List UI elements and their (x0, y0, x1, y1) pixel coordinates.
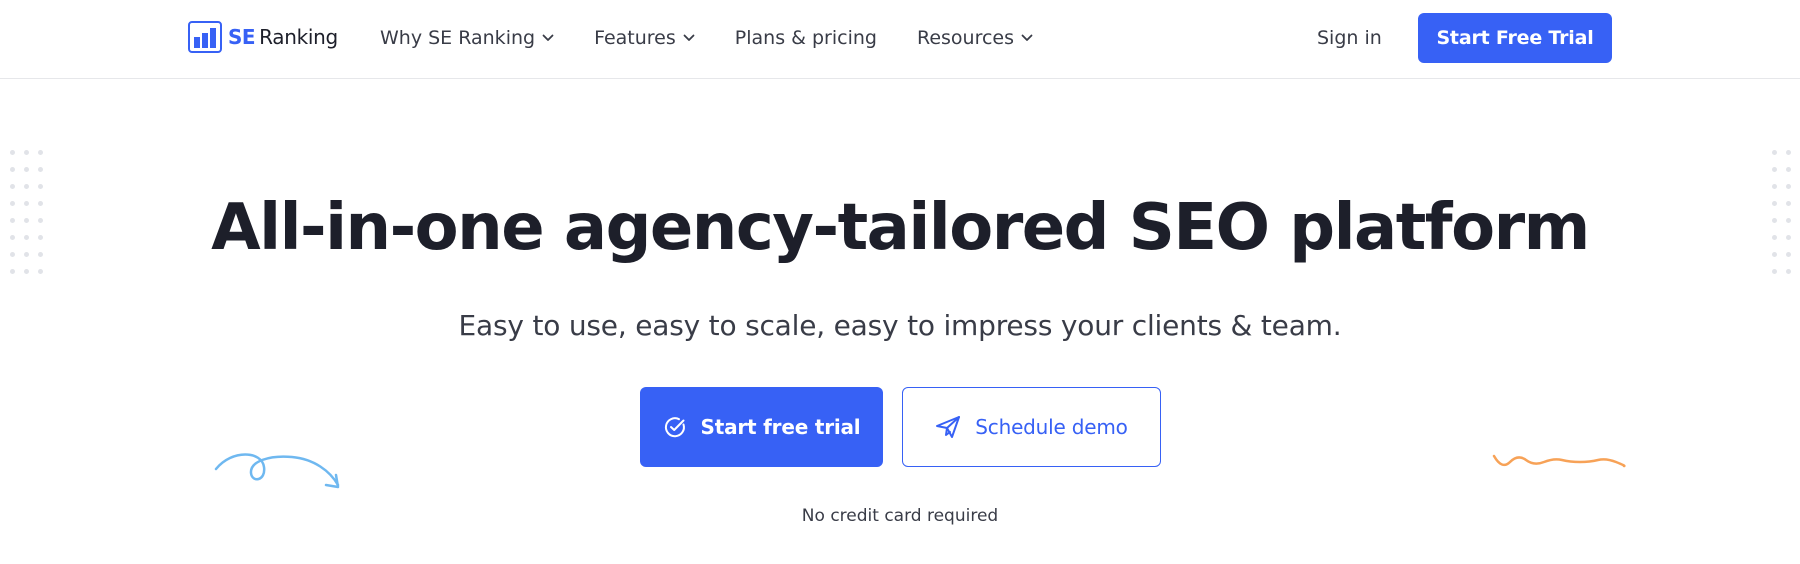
nav-item-label: Resources (916, 27, 1015, 49)
orange-wave-decoration (1492, 454, 1626, 468)
nav-item-label: Plans & pricing (734, 27, 877, 49)
nav-item-features[interactable]: Features (594, 27, 695, 49)
brand-logo[interactable]: SE Ranking (188, 20, 338, 54)
start-free-trial-hero-button[interactable]: Start free trial (640, 387, 883, 467)
chevron-down-icon (1021, 34, 1033, 41)
main-nav: Why SE Ranking Features Plans & pricing … (380, 0, 1073, 76)
hero-title: All-in-one agency-tailored SEO platform (211, 191, 1590, 265)
chevron-down-icon (542, 34, 554, 41)
site-header: SE Ranking Why SE Ranking Features Plans… (0, 0, 1800, 79)
sign-in-link[interactable]: Sign in (1317, 0, 1382, 76)
chevron-down-icon (683, 34, 695, 41)
brand-name-se: SE (228, 25, 256, 49)
hero-subtitle: Easy to use, easy to scale, easy to impr… (458, 309, 1342, 342)
brand-name-ranking: Ranking (259, 25, 338, 49)
no-credit-card-note: No credit card required (801, 506, 999, 526)
paper-plane-icon (936, 416, 961, 438)
nav-item-label: Features (594, 27, 676, 49)
schedule-demo-button[interactable]: Schedule demo (902, 387, 1161, 467)
nav-item-label: Why SE Ranking (380, 27, 536, 49)
secondary-button-label: Schedule demo (975, 415, 1128, 439)
blue-squiggle-arrow-decoration (214, 453, 340, 489)
nav-item-why-se-ranking[interactable]: Why SE Ranking (380, 27, 554, 49)
nav-item-resources[interactable]: Resources (917, 27, 1033, 49)
bar-chart-logo-icon (188, 21, 222, 53)
check-circle-icon (664, 417, 685, 438)
primary-button-label: Start free trial (700, 415, 861, 439)
start-free-trial-button[interactable]: Start Free Trial (1418, 13, 1612, 63)
nav-item-plans-pricing[interactable]: Plans & pricing (735, 27, 877, 49)
